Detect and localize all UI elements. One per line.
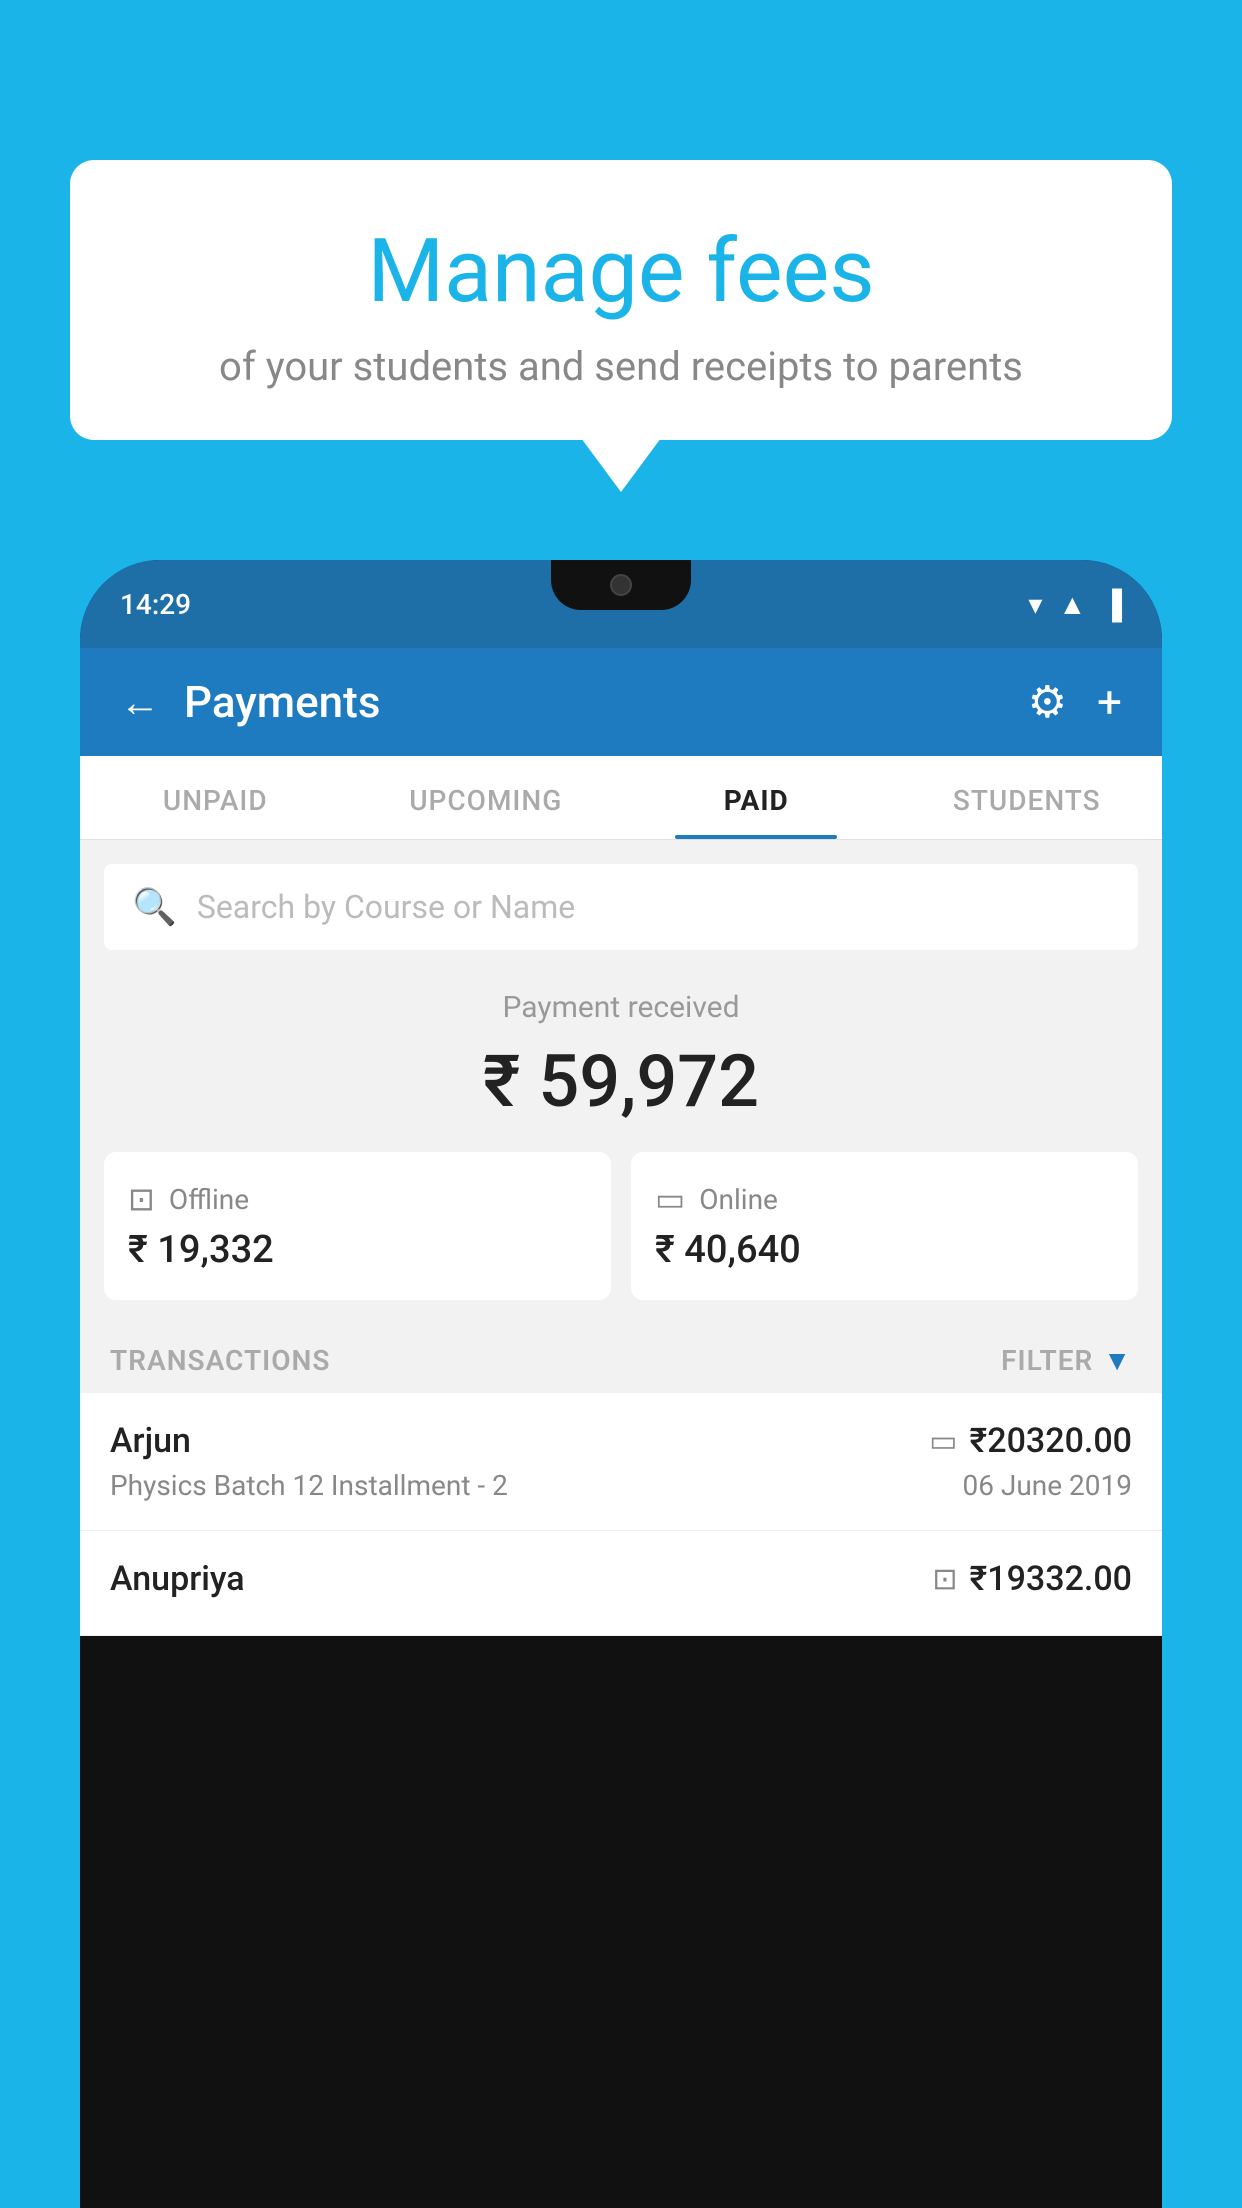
header-right: ⚙ + bbox=[1028, 676, 1122, 728]
battery-icon: ▐ bbox=[1102, 588, 1122, 621]
header-left: ← Payments bbox=[120, 676, 380, 728]
transaction-amount: ₹19332.00 bbox=[970, 1559, 1132, 1599]
transactions-list: Arjun ▭ ₹20320.00 Physics Batch 12 Insta… bbox=[80, 1393, 1162, 1636]
speech-bubble: Manage fees of your students and send re… bbox=[70, 160, 1172, 440]
search-placeholder: Search by Course or Name bbox=[197, 888, 575, 926]
transaction-name: Anupriya bbox=[110, 1559, 245, 1599]
filter-button[interactable]: FILTER ▼ bbox=[1001, 1344, 1132, 1377]
transaction-course: Physics Batch 12 Installment - 2 bbox=[110, 1469, 508, 1502]
status-time: 14:29 bbox=[120, 588, 191, 621]
transactions-label: TRANSACTIONS bbox=[110, 1344, 330, 1377]
payment-received-label: Payment received bbox=[104, 990, 1138, 1025]
transaction-date: 06 June 2019 bbox=[962, 1469, 1132, 1502]
online-card-header: ▭ Online bbox=[655, 1180, 1114, 1218]
search-bar[interactable]: 🔍 Search by Course or Name bbox=[104, 864, 1138, 950]
gear-icon[interactable]: ⚙ bbox=[1028, 676, 1067, 728]
tab-paid[interactable]: PAID bbox=[621, 756, 892, 839]
online-icon: ▭ bbox=[655, 1180, 685, 1218]
filter-icon: ▼ bbox=[1103, 1344, 1132, 1377]
back-button[interactable]: ← bbox=[120, 679, 160, 726]
offline-amount: ₹ 19,332 bbox=[128, 1228, 587, 1272]
tab-upcoming[interactable]: UPCOMING bbox=[351, 756, 622, 839]
phone-screen: 🔍 Search by Course or Name Payment recei… bbox=[80, 840, 1162, 1636]
app-header: ← Payments ⚙ + bbox=[80, 648, 1162, 756]
wifi-icon: ▾ bbox=[1028, 588, 1042, 621]
tab-students[interactable]: STUDENTS bbox=[892, 756, 1163, 839]
online-card: ▭ Online ₹ 40,640 bbox=[631, 1152, 1138, 1300]
transaction-name: Arjun bbox=[110, 1421, 191, 1461]
transaction-amount: ₹20320.00 bbox=[970, 1421, 1132, 1461]
add-button[interactable]: + bbox=[1097, 676, 1122, 728]
phone-frame: 14:29 ▾ ▲ ▐ ← Payments ⚙ + UNPAID UPCOMI… bbox=[80, 560, 1162, 2208]
payment-type-icon: ⊡ bbox=[932, 1562, 957, 1597]
transaction-amount-row: ⊡ ₹19332.00 bbox=[932, 1559, 1132, 1599]
offline-label: Offline bbox=[169, 1183, 249, 1216]
payment-summary: Payment received ₹ 59,972 bbox=[80, 950, 1162, 1152]
tabs-bar: UNPAID UPCOMING PAID STUDENTS bbox=[80, 756, 1162, 840]
speech-bubble-subtext: of your students and send receipts to pa… bbox=[110, 343, 1132, 390]
transactions-header: TRANSACTIONS FILTER ▼ bbox=[80, 1328, 1162, 1393]
header-title: Payments bbox=[184, 676, 380, 728]
payment-type-icon: ▭ bbox=[929, 1424, 957, 1459]
offline-card-header: ⊡ Offline bbox=[128, 1180, 587, 1218]
signal-icon: ▲ bbox=[1058, 588, 1086, 621]
speech-bubble-heading: Manage fees bbox=[110, 220, 1132, 323]
transaction-row-top: Anupriya ⊡ ₹19332.00 bbox=[110, 1559, 1132, 1599]
status-icons: ▾ ▲ ▐ bbox=[1028, 588, 1122, 621]
online-label: Online bbox=[699, 1183, 778, 1216]
phone-notch bbox=[551, 560, 691, 610]
transaction-row-top: Arjun ▭ ₹20320.00 bbox=[110, 1421, 1132, 1461]
transaction-item[interactable]: Anupriya ⊡ ₹19332.00 bbox=[80, 1531, 1162, 1636]
online-amount: ₹ 40,640 bbox=[655, 1228, 1114, 1272]
transaction-amount-row: ▭ ₹20320.00 bbox=[929, 1421, 1132, 1461]
transaction-item[interactable]: Arjun ▭ ₹20320.00 Physics Batch 12 Insta… bbox=[80, 1393, 1162, 1531]
camera bbox=[610, 574, 632, 596]
tab-unpaid[interactable]: UNPAID bbox=[80, 756, 351, 839]
status-bar: 14:29 ▾ ▲ ▐ bbox=[80, 560, 1162, 648]
offline-icon: ⊡ bbox=[128, 1180, 155, 1218]
offline-card: ⊡ Offline ₹ 19,332 bbox=[104, 1152, 611, 1300]
search-icon: 🔍 bbox=[132, 886, 177, 928]
payment-cards: ⊡ Offline ₹ 19,332 ▭ Online ₹ 40,640 bbox=[80, 1152, 1162, 1328]
transaction-row-bottom: Physics Batch 12 Installment - 2 06 June… bbox=[110, 1469, 1132, 1502]
payment-total-amount: ₹ 59,972 bbox=[104, 1039, 1138, 1124]
